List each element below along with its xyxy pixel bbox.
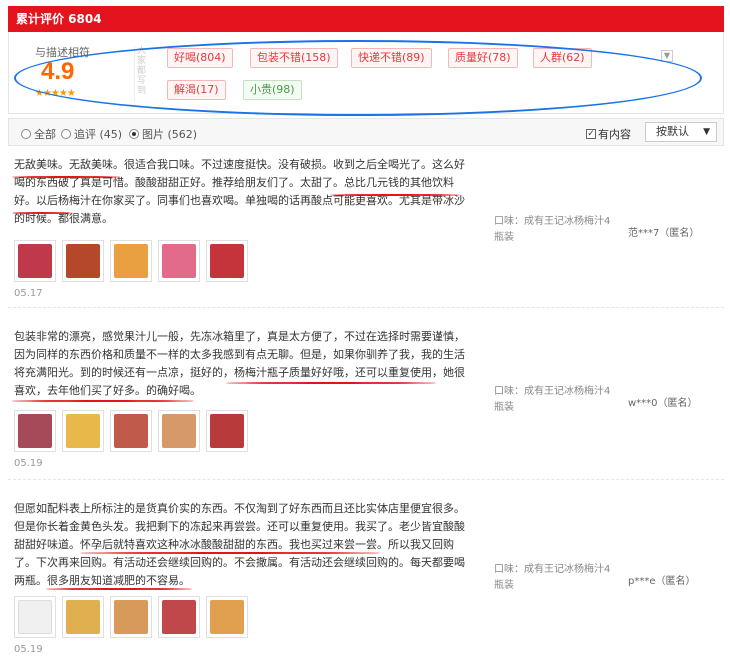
review-user: w***0（匿名） <box>628 398 698 409</box>
review-date: 05.17 <box>14 288 43 299</box>
reviews-header: 累计评价 6804 <box>8 6 724 32</box>
review-product: 口味：成有王记冰杨梅汁4瓶装 <box>494 386 611 413</box>
filter-images-radio[interactable]: 图片 (562) <box>129 126 197 142</box>
filter-images-label: 图片 (562) <box>142 128 198 141</box>
tag-chip[interactable]: 人群(62) <box>533 48 592 68</box>
review-thumbnails <box>14 596 248 638</box>
has-content-checkbox[interactable]: ✓ 有内容 <box>586 126 631 142</box>
has-content-label: 有内容 <box>598 128 631 141</box>
radio-selected-icon <box>129 129 139 139</box>
sort-select[interactable]: 按默认 ▼ <box>645 122 717 142</box>
rating-score: 4.9 <box>41 58 75 85</box>
radio-icon <box>61 129 71 139</box>
review-photo[interactable] <box>110 596 152 638</box>
tag-chip[interactable]: 质量好(78) <box>448 48 518 68</box>
review-photo[interactable] <box>110 240 152 282</box>
filter-followup-label: 追评 (45) <box>74 128 123 141</box>
tag-chip[interactable]: 快递不错(89) <box>351 48 432 68</box>
tags-vertical-label: 大家都写到 <box>134 46 146 102</box>
review-photo[interactable] <box>62 410 104 452</box>
chevron-down-icon: ▼ <box>703 127 710 137</box>
review-date: 05.19 <box>14 458 43 469</box>
review-text: 包装非常的漂亮，感觉果汁儿一般，先冻冰箱里了，真是太方便了，不过在选择时需要谨慎… <box>14 330 465 397</box>
tag-chip[interactable]: 小贵(98) <box>243 80 302 100</box>
review-text: 无敌美味。无敌美味。很适合我口味。不过速度挺快。没有破损。收到之后全喝光了。这么… <box>14 158 465 225</box>
review-product: 口味：成有王记冰杨梅汁4瓶装 <box>494 216 611 243</box>
review-photo[interactable] <box>206 596 248 638</box>
review-date: 05.19 <box>14 644 43 655</box>
tag-chip[interactable]: 解渴(17) <box>167 80 226 100</box>
review-photo[interactable] <box>158 596 200 638</box>
review-user: p***e（匿名） <box>628 576 696 587</box>
review-photo[interactable] <box>206 410 248 452</box>
review-photo[interactable] <box>14 410 56 452</box>
rating-stars-icon: ★★★★★ <box>35 88 76 99</box>
review-item: 无敌美味。无敌美味。很适合我口味。不过速度挺快。没有破损。收到之后全喝光了。这么… <box>8 146 724 308</box>
sort-label: 按默认 <box>656 125 689 138</box>
tag-chip[interactable]: 好喝(804) <box>167 48 233 68</box>
review-photo[interactable] <box>158 240 200 282</box>
filter-all-label: 全部 <box>34 128 56 141</box>
review-photo[interactable] <box>158 410 200 452</box>
radio-icon <box>21 129 31 139</box>
chevron-down-icon[interactable]: ▼ <box>661 50 673 62</box>
review-text: 但愿如配料表上所标注的是货真价实的东西。不仅淘到了好东西而且还比实体店里便宜很多… <box>14 502 465 587</box>
review-photo[interactable] <box>14 596 56 638</box>
review-thumbnails <box>14 410 248 452</box>
tag-chip[interactable]: 包装不错(158) <box>250 48 338 68</box>
filter-bar: 全部 追评 (45) 图片 (562) ✓ 有内容 按默认 ▼ <box>8 118 724 146</box>
rating-summary: 与描述相符 4.9 ★★★★★ 大家都写到 好喝(804) 包装不错(158) … <box>8 32 724 114</box>
reviews-total-title: 累计评价 6804 <box>16 12 102 26</box>
review-product: 口味：成有王记冰杨梅汁4瓶装 <box>494 564 611 591</box>
review-user: 范***7（匿名） <box>628 228 700 239</box>
review-photo[interactable] <box>62 240 104 282</box>
review-item: 但愿如配料表上所标注的是货真价实的东西。不仅淘到了好东西而且还比实体店里便宜很多… <box>8 490 724 663</box>
checkmark-icon: ✓ <box>586 129 596 139</box>
review-thumbnails <box>14 240 248 282</box>
review-item: 包装非常的漂亮，感觉果汁儿一般，先冻冰箱里了，真是太方便了，不过在选择时需要谨慎… <box>8 318 724 480</box>
filter-followup-radio[interactable]: 追评 (45) <box>61 126 122 142</box>
review-photo[interactable] <box>206 240 248 282</box>
review-photo[interactable] <box>14 240 56 282</box>
review-photo[interactable] <box>110 410 152 452</box>
review-photo[interactable] <box>62 596 104 638</box>
filter-all-radio[interactable]: 全部 <box>21 126 56 142</box>
